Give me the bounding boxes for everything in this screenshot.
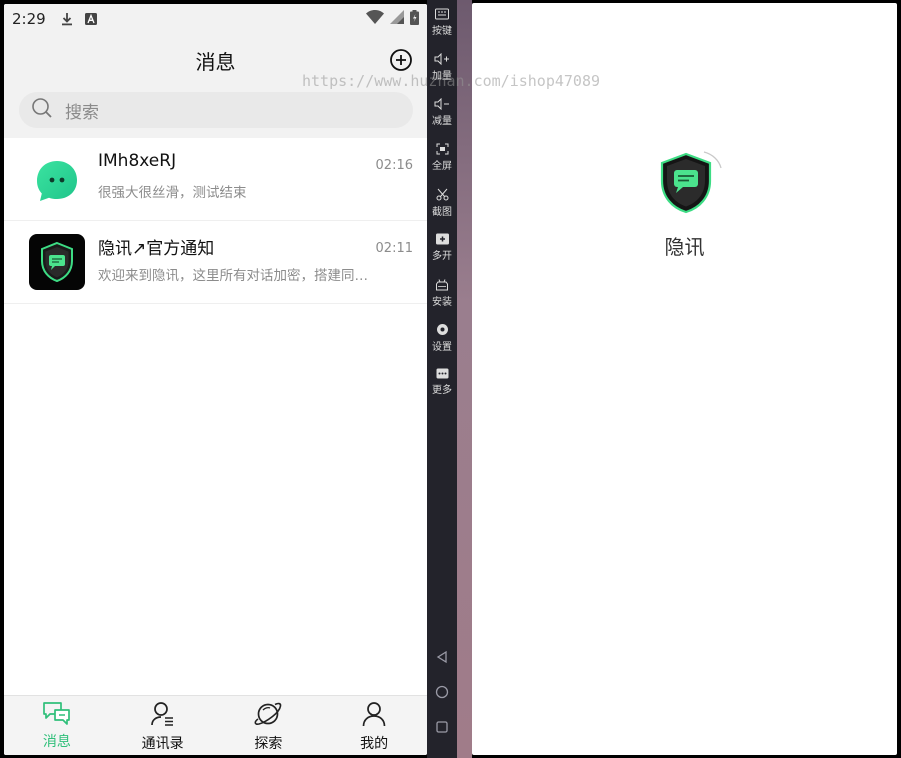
conversation-item[interactable]: IMh8xeRJ 很强大很丝滑，测试结束 02:16 xyxy=(4,138,427,221)
tab-messages[interactable]: 消息 xyxy=(4,696,110,755)
font-a-icon xyxy=(84,12,98,26)
volume-down-icon xyxy=(434,98,450,110)
toolbar-label: 设置 xyxy=(432,342,452,353)
toolbar-volume-down-button[interactable]: 减量 xyxy=(432,98,452,137)
contacts-icon xyxy=(150,701,176,731)
tab-label: 我的 xyxy=(360,736,389,752)
toolbar-label: 更多 xyxy=(432,385,452,396)
planet-icon xyxy=(253,701,283,731)
status-bar: 2:29 xyxy=(4,4,427,34)
settings-icon xyxy=(436,323,449,336)
conversation-list: IMh8xeRJ 很强大很丝滑，测试结束 02:16 隐讯↗官方通知 欢迎来到隐… xyxy=(4,138,427,304)
more-icon xyxy=(436,368,449,379)
apk-install-icon xyxy=(435,278,449,291)
tab-label: 消息 xyxy=(42,734,71,750)
page-title: 消息 xyxy=(195,49,236,74)
search-icon xyxy=(31,97,53,123)
toolbar-install-button[interactable]: 安装 xyxy=(432,278,452,317)
splash-app-name: 隐讯 xyxy=(664,235,705,259)
toolbar-keymap-button[interactable]: 按键 xyxy=(432,8,452,47)
volume-up-icon xyxy=(434,53,450,65)
keyboard-icon xyxy=(435,8,449,20)
toolbar-screenshot-button[interactable]: 截图 xyxy=(432,188,452,227)
shield-chat-logo-icon xyxy=(656,148,726,218)
toolbar-fullscreen-button[interactable]: 全屏 xyxy=(432,143,452,182)
tab-label: 探索 xyxy=(254,736,283,752)
download-icon xyxy=(60,12,74,26)
signal-icon xyxy=(390,10,404,28)
chat-icon xyxy=(42,701,72,729)
conversation-preview: 欢迎来到隐讯，这里所有对话加密，搭建同… xyxy=(98,268,368,284)
wifi-icon xyxy=(366,10,384,28)
toolbar-label: 减量 xyxy=(432,116,452,127)
shield-avatar-icon xyxy=(29,234,85,290)
chat-app-screen: 2:29 消息 搜索 IMh8xeRJ 很强大很丝滑，测试结束 02:16 隐讯… xyxy=(4,4,427,755)
tab-label: 通讯录 xyxy=(141,736,184,752)
battery-icon xyxy=(410,9,419,29)
search-input[interactable]: 搜索 xyxy=(19,92,413,128)
conversation-name: 隐讯↗官方通知 xyxy=(98,239,215,259)
toolbar-settings-button[interactable]: 设置 xyxy=(432,323,452,362)
add-circle-icon[interactable] xyxy=(389,48,413,72)
conversation-item[interactable]: 隐讯↗官方通知 欢迎来到隐讯，这里所有对话加密，搭建同… 02:11 xyxy=(4,221,427,304)
tab-contacts[interactable]: 通讯录 xyxy=(110,696,216,755)
toolbar-multi-instance-button[interactable]: 多开 xyxy=(432,233,452,272)
home-nav-icon[interactable] xyxy=(435,684,449,699)
top-bar: 消息 xyxy=(4,34,427,86)
status-time: 2:29 xyxy=(12,10,46,28)
toolbar-volume-up-button[interactable]: 加量 xyxy=(432,53,452,92)
emulator-toolbar: 按键 加量 减量 全屏 截图 多开 安装 设置 更多 xyxy=(427,0,457,758)
recents-nav-icon[interactable] xyxy=(435,719,449,733)
toolbar-label: 加量 xyxy=(432,71,452,82)
bot-avatar-icon xyxy=(29,151,85,207)
tab-me[interactable]: 我的 xyxy=(321,696,427,755)
scissors-icon xyxy=(436,188,449,201)
splash-screen: 隐讯 xyxy=(472,3,897,755)
multi-instance-icon xyxy=(435,233,449,245)
toolbar-label: 全屏 xyxy=(432,161,452,172)
toolbar-label: 安装 xyxy=(432,297,452,308)
toolbar-more-button[interactable]: 更多 xyxy=(432,368,452,407)
search-bar: 搜索 xyxy=(4,86,427,138)
toolbar-label: 按键 xyxy=(432,26,452,37)
person-icon xyxy=(361,701,387,731)
toolbar-label: 截图 xyxy=(432,207,452,218)
fullscreen-icon xyxy=(436,143,449,155)
tab-explore[interactable]: 探索 xyxy=(216,696,322,755)
conversation-time: 02:16 xyxy=(375,158,413,173)
search-placeholder: 搜索 xyxy=(65,102,99,123)
conversation-preview: 很强大很丝滑，测试结束 xyxy=(98,185,247,201)
conversation-time: 02:11 xyxy=(375,241,413,256)
toolbar-label: 多开 xyxy=(432,251,452,262)
window-gap xyxy=(457,0,472,758)
back-nav-icon[interactable] xyxy=(435,649,449,664)
bottom-tab-bar: 消息 通讯录 探索 我的 xyxy=(4,695,427,755)
conversation-name: IMh8xeRJ xyxy=(98,151,177,171)
